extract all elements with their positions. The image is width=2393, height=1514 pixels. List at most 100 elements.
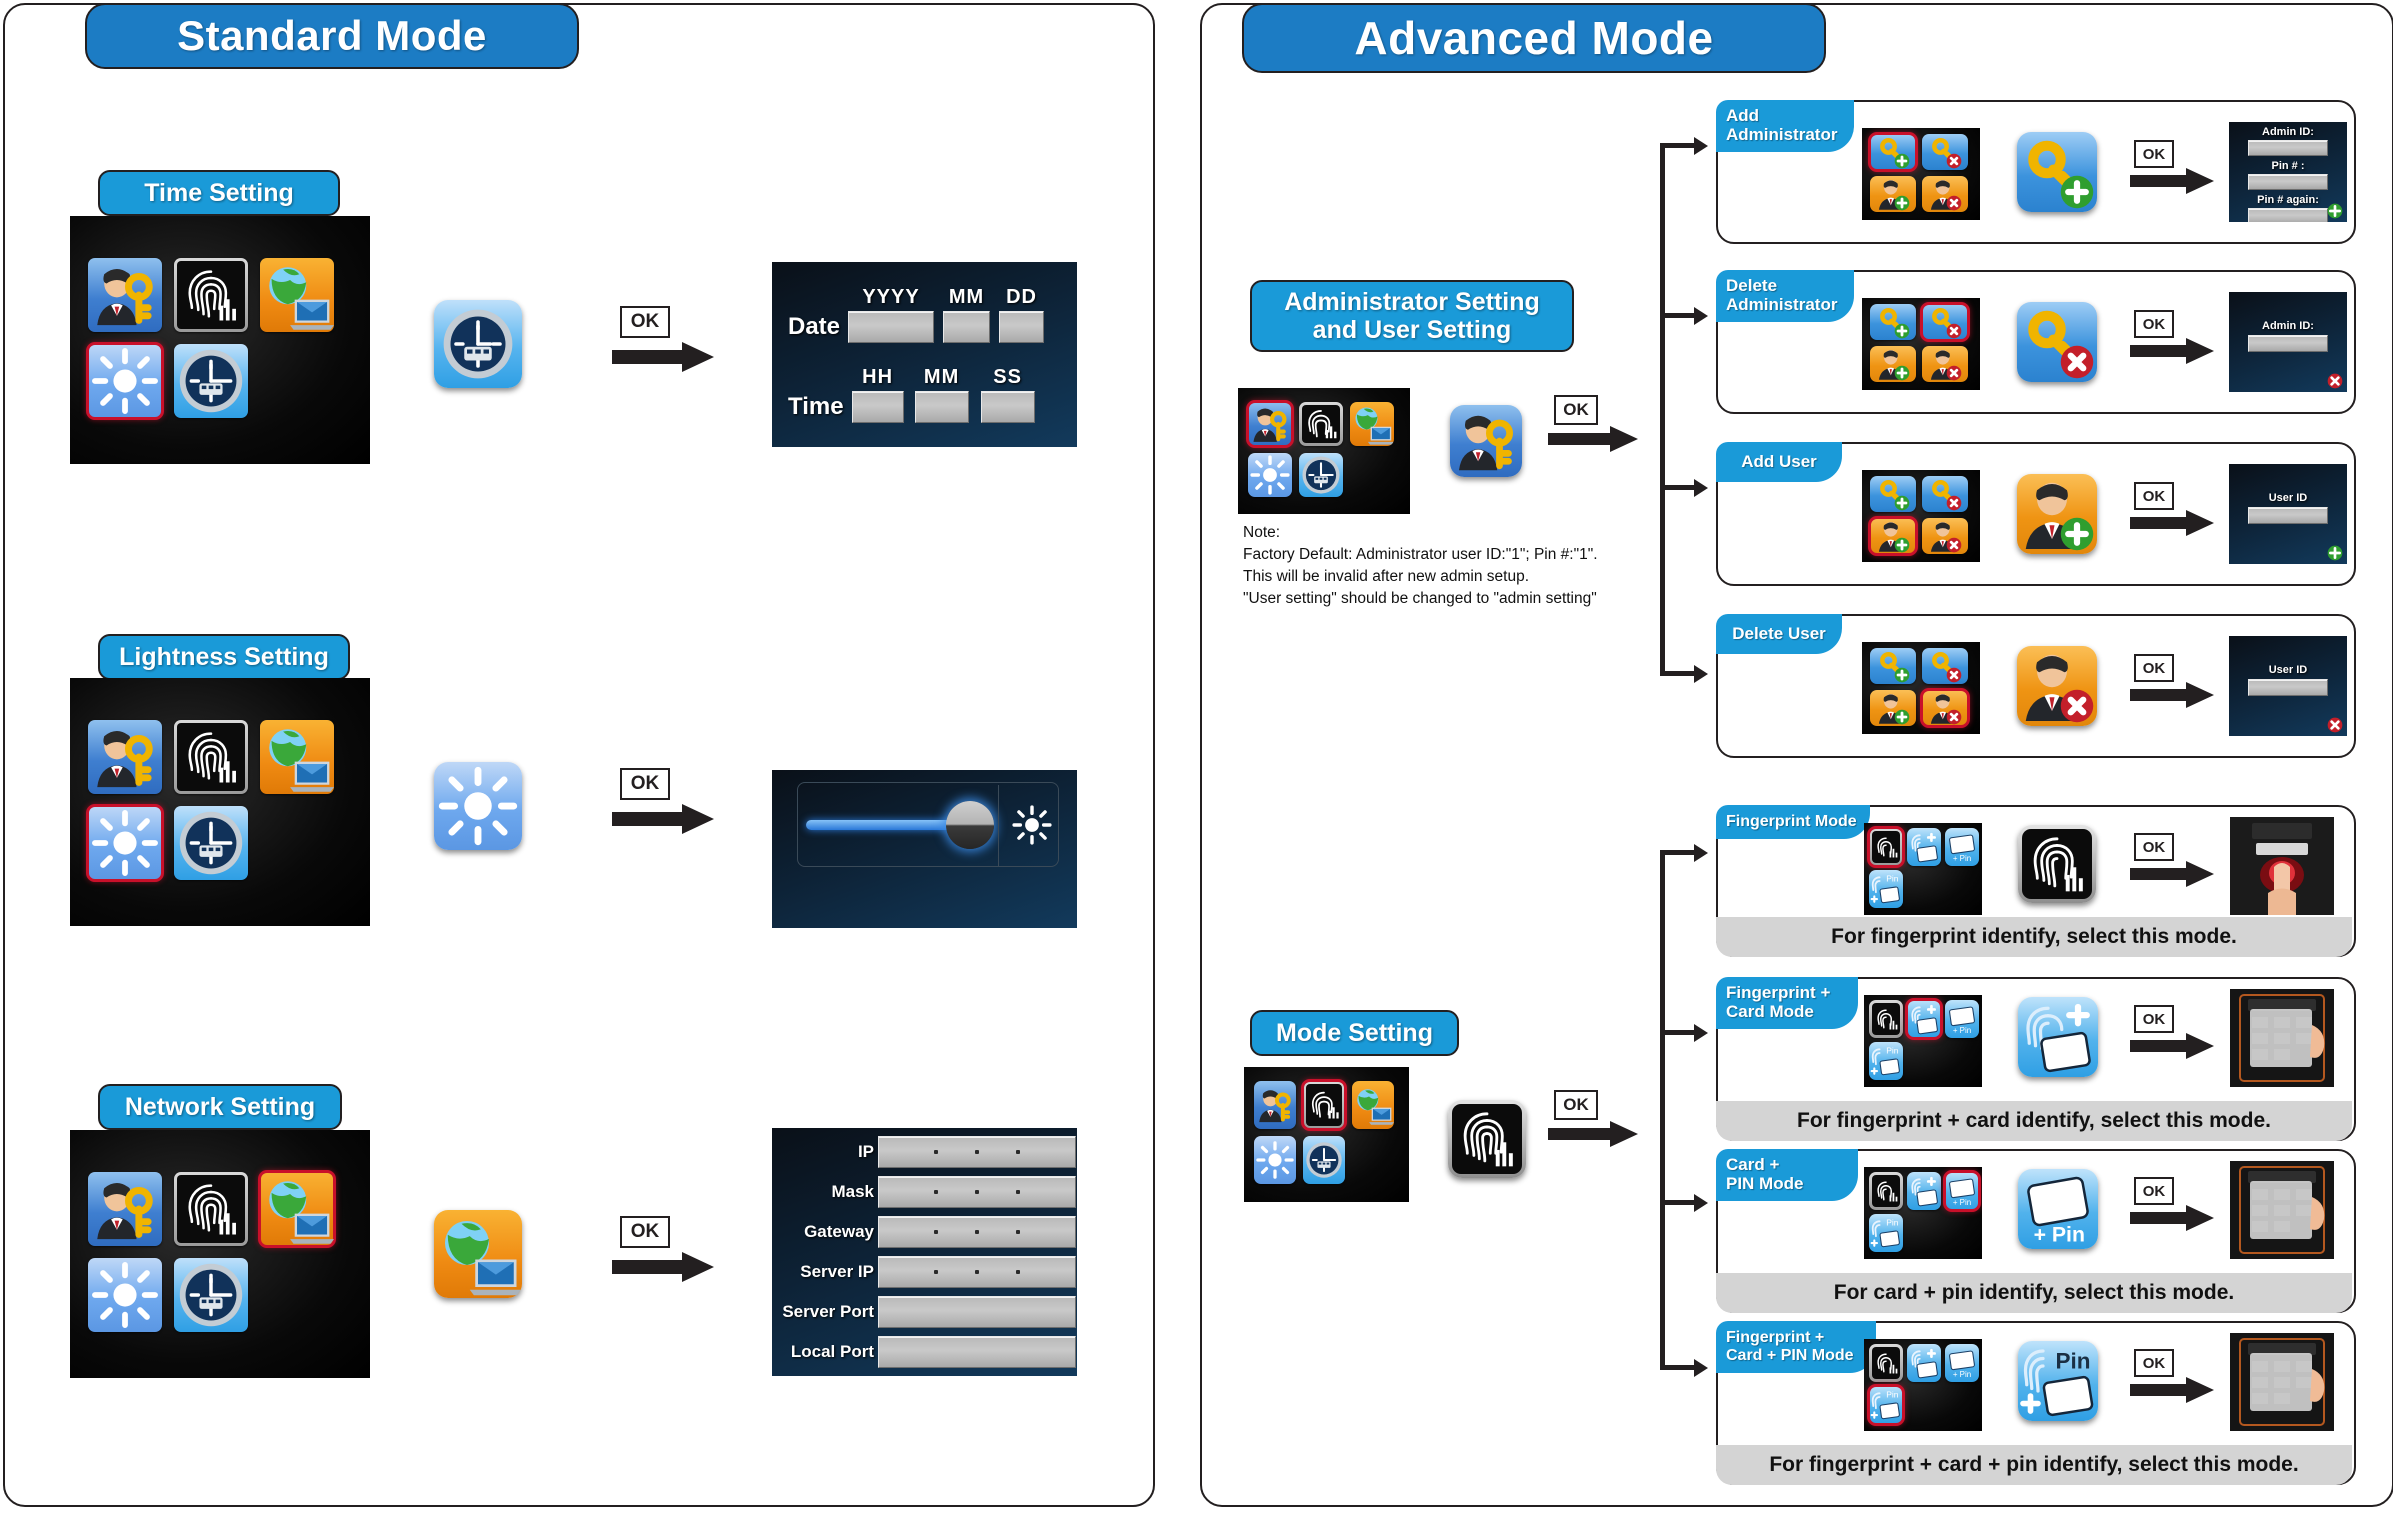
menu-icon-admin-key[interactable] — [1254, 1081, 1296, 1129]
submenu-screen-fingerprint-card-mode[interactable]: + Pin Pin — [1864, 995, 1982, 1087]
ok-button-delete-administrator[interactable]: OK — [2134, 310, 2174, 338]
selected-icon-fingerprint-card-pin[interactable]: Pin — [2018, 1341, 2098, 1421]
selected-icon-key-add[interactable] — [2017, 132, 2097, 212]
result-field-admin-id[interactable] — [2248, 335, 2328, 352]
result-field-pin[interactable] — [2248, 174, 2328, 190]
submenu-screen-fingerprint-mode[interactable]: + Pin Pin — [1864, 823, 1982, 915]
ok-button-network[interactable]: OK — [620, 1216, 670, 1248]
submenu-icon-fingerprint[interactable] — [1867, 826, 1905, 868]
menu-icon-fingerprint[interactable] — [174, 258, 248, 332]
menu-icon-network-globe[interactable] — [260, 720, 334, 794]
ok-button-lightness[interactable]: OK — [620, 768, 670, 800]
submenu-icon-card-pin[interactable]: + Pin — [1945, 1344, 1979, 1382]
submenu-icon-user-add[interactable] — [1868, 516, 1918, 556]
selected-icon-admin-key[interactable] — [1450, 405, 1522, 477]
submenu-screen-add-user[interactable] — [1862, 470, 1980, 562]
submenu-icon-user-add[interactable] — [1870, 690, 1916, 726]
submenu-icon-key-add[interactable] — [1870, 304, 1916, 340]
menu-icon-clock[interactable] — [174, 806, 248, 880]
result-field-user-id[interactable] — [2248, 679, 2328, 696]
selected-icon-brightness[interactable] — [434, 762, 522, 850]
menu-icon-fingerprint[interactable] — [1299, 402, 1343, 446]
ok-button-add-user[interactable]: OK — [2134, 482, 2174, 510]
menu-icon-admin-key[interactable] — [88, 258, 162, 332]
selected-icon-card-pin[interactable]: + Pin — [2018, 1169, 2098, 1249]
submenu-icon-user-delete[interactable] — [1922, 518, 1968, 554]
submenu-icon-fingerprint-card-pin[interactable]: Pin — [1869, 1042, 1903, 1080]
ok-button-delete-user[interactable]: OK — [2134, 654, 2174, 682]
submenu-screen-delete-administrator[interactable] — [1862, 298, 1980, 390]
network-field-local-port[interactable] — [878, 1336, 1076, 1368]
selected-icon-fingerprint[interactable] — [2018, 825, 2096, 903]
date-field-dd[interactable] — [999, 311, 1045, 343]
menu-icon-brightness[interactable] — [1254, 1136, 1296, 1184]
submenu-icon-key-delete[interactable] — [1922, 648, 1968, 684]
brightness-slider[interactable] — [806, 801, 994, 849]
submenu-icon-card-pin[interactable]: + Pin — [1945, 1000, 1979, 1038]
menu-icon-brightness[interactable] — [86, 804, 164, 882]
network-field-server-port[interactable] — [878, 1296, 1076, 1328]
submenu-icon-key-delete[interactable] — [1920, 302, 1970, 342]
submenu-screen-add-administrator[interactable] — [1862, 128, 1980, 220]
submenu-screen-fingerprint-card-pin-mode[interactable]: + Pin Pin — [1864, 1339, 1982, 1431]
ok-button-add-administrator[interactable]: OK — [2134, 140, 2174, 168]
selected-icon-key-delete[interactable] — [2017, 302, 2097, 382]
date-field-yyyy[interactable] — [848, 311, 935, 343]
selected-icon-user-delete[interactable] — [2017, 646, 2097, 726]
selected-icon-clock[interactable] — [434, 300, 522, 388]
menu-icon-admin-key[interactable] — [88, 720, 162, 794]
menu-icon-fingerprint[interactable] — [1301, 1079, 1347, 1131]
ok-button-fingerprint-card-pin-mode[interactable]: OK — [2134, 1349, 2174, 1377]
submenu-icon-fingerprint[interactable] — [1869, 1172, 1903, 1210]
time-field-hh[interactable] — [851, 391, 904, 423]
date-field-mm[interactable] — [943, 311, 991, 343]
menu-screen-mode-setting[interactable] — [1244, 1067, 1409, 1202]
menu-icon-brightness[interactable] — [86, 342, 164, 420]
result-field-pin-again[interactable] — [2248, 208, 2328, 222]
menu-icon-network-globe[interactable] — [258, 1170, 336, 1248]
menu-icon-clock[interactable] — [174, 1258, 248, 1332]
ok-button-card-pin-mode[interactable]: OK — [2134, 1177, 2174, 1205]
menu-icon-fingerprint[interactable] — [174, 720, 248, 794]
time-field-mm[interactable] — [914, 391, 969, 423]
network-field-gateway[interactable] — [878, 1216, 1076, 1248]
submenu-icon-fingerprint-card[interactable] — [1907, 1172, 1941, 1210]
submenu-icon-user-delete[interactable] — [1922, 176, 1968, 212]
ok-button-time[interactable]: OK — [620, 306, 670, 338]
network-field-mask[interactable] — [878, 1176, 1076, 1208]
brightness-slider-thumb[interactable] — [946, 801, 994, 849]
menu-screen-lightness-setting[interactable] — [70, 678, 370, 926]
submenu-icon-key-add[interactable] — [1870, 476, 1916, 512]
menu-icon-clock[interactable] — [1303, 1136, 1345, 1184]
menu-icon-network-globe[interactable] — [260, 258, 334, 332]
time-field-ss[interactable] — [980, 391, 1035, 423]
result-field-admin-id[interactable] — [2248, 140, 2328, 156]
submenu-icon-fingerprint-card-pin[interactable]: Pin — [1869, 1214, 1903, 1252]
menu-icon-clock[interactable] — [1299, 453, 1343, 497]
submenu-icon-user-delete[interactable] — [1920, 688, 1970, 728]
ok-button-mode[interactable]: OK — [1554, 1090, 1598, 1120]
menu-screen-admin-setting[interactable] — [1238, 388, 1410, 514]
submenu-icon-user-delete[interactable] — [1922, 346, 1968, 382]
menu-icon-network-globe[interactable] — [1350, 402, 1394, 446]
submenu-icon-key-add[interactable] — [1870, 648, 1916, 684]
ok-button-fingerprint-mode[interactable]: OK — [2134, 833, 2174, 861]
submenu-icon-fingerprint-card[interactable] — [1905, 998, 1943, 1040]
submenu-screen-card-pin-mode[interactable]: + Pin Pin — [1864, 1167, 1982, 1259]
selected-icon-user-add[interactable] — [2017, 474, 2097, 554]
ok-button-fingerprint-card-mode[interactable]: OK — [2134, 1005, 2174, 1033]
network-field-server-ip[interactable] — [878, 1256, 1076, 1288]
menu-screen-time-setting[interactable] — [70, 216, 370, 464]
submenu-icon-fingerprint-card-pin[interactable]: Pin — [1867, 1384, 1905, 1426]
submenu-icon-user-add[interactable] — [1870, 346, 1916, 382]
submenu-icon-fingerprint-card-pin[interactable]: Pin — [1869, 870, 1903, 908]
menu-icon-brightness[interactable] — [88, 1258, 162, 1332]
submenu-icon-card-pin[interactable]: + Pin — [1943, 1170, 1981, 1212]
selected-icon-fingerprint[interactable] — [1448, 1100, 1526, 1178]
ok-button-admin[interactable]: OK — [1554, 395, 1598, 425]
menu-icon-network-globe[interactable] — [1352, 1081, 1394, 1129]
selected-icon-fingerprint-card[interactable] — [2018, 997, 2098, 1077]
submenu-screen-delete-user[interactable] — [1862, 642, 1980, 734]
menu-icon-brightness[interactable] — [1248, 453, 1292, 497]
submenu-icon-fingerprint-card[interactable] — [1907, 1344, 1941, 1382]
